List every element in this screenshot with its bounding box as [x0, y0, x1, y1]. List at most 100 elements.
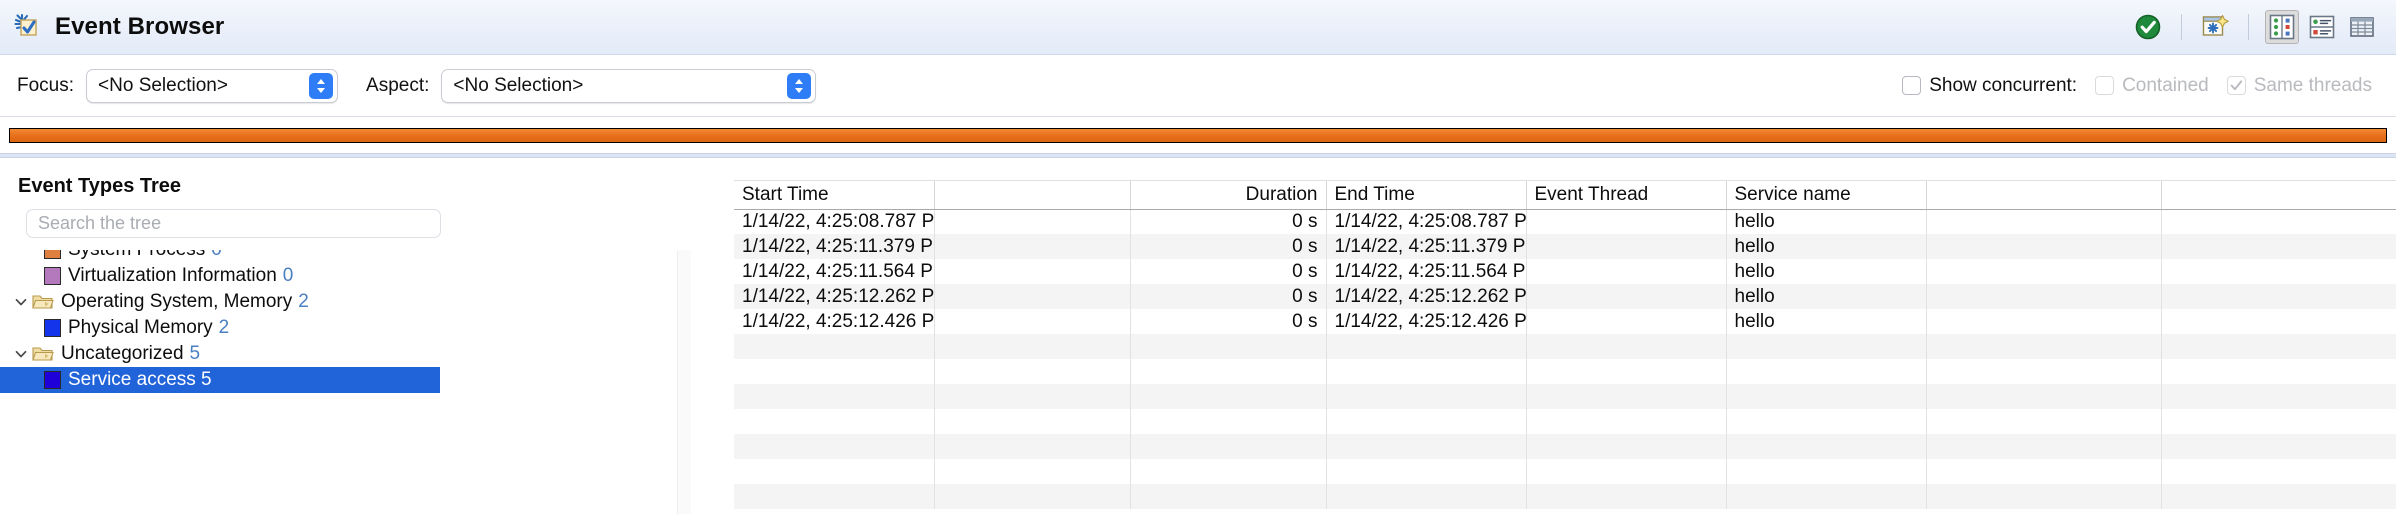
- table-row[interactable]: 1/14/22, 4:25:12.262 PM 0 s 1/14/22, 4:25:…: [734, 284, 2396, 309]
- cell-duration: 0 s: [1130, 309, 1327, 334]
- events-table: Start Time Duration End Time Event Thread Se…: [734, 181, 2396, 509]
- cell-empty: [1326, 334, 1527, 359]
- checkmark-icon: [2230, 80, 2242, 91]
- focus-select[interactable]: <No Selection>: [86, 68, 339, 103]
- contained-label: Contained: [2122, 74, 2209, 96]
- chevron-down-icon[interactable]: [10, 294, 32, 310]
- tree-search-placeholder: Search the tree: [38, 213, 162, 233]
- cell-empty: [2161, 384, 2396, 409]
- cell-empty: [1526, 334, 1727, 359]
- table-layout-icon[interactable]: [2345, 10, 2379, 44]
- contained-checkbox[interactable]: Contained: [2095, 75, 2209, 97]
- column-header-service_name[interactable]: Service name: [1726, 181, 1927, 210]
- show-concurrent-checkbox[interactable]: Show concurrent:: [1902, 75, 2077, 97]
- cell-spacer1: [934, 309, 1131, 334]
- validation-ok-icon[interactable]: [2131, 10, 2165, 44]
- tree-item[interactable]: Uncategorized 5: [0, 341, 440, 367]
- cell-empty: [734, 484, 935, 509]
- same-threads-checkbox[interactable]: Same threads: [2226, 74, 2372, 97]
- tree-scrollbar[interactable]: [677, 250, 691, 514]
- column-header-spacer2[interactable]: [1926, 181, 2162, 210]
- chevron-updown-icon: [787, 72, 812, 99]
- tree-search-field[interactable]: Search the tree: [26, 209, 441, 238]
- table-row[interactable]: 1/14/22, 4:25:11.564 PM 0 s 1/14/22, 4:25:…: [734, 259, 2396, 284]
- show-concurrent-label: Show concurrent:: [1929, 74, 2078, 96]
- cell-empty: [1130, 384, 1327, 409]
- cell-start_time: 1/14/22, 4:25:12.262 PM: [734, 284, 935, 309]
- chevron-updown-icon: [309, 72, 334, 99]
- cell-empty: [734, 434, 935, 459]
- cell-spacer3: [2161, 209, 2396, 234]
- contained-box[interactable]: [2095, 76, 2115, 95]
- table-row-empty[interactable]: [734, 384, 2396, 409]
- cell-empty: [1726, 459, 1927, 484]
- column-header-start_time[interactable]: Start Time: [734, 181, 935, 210]
- cell-empty: [934, 409, 1131, 434]
- table-row[interactable]: 1/14/22, 4:25:11.379 PM 0 s 1/14/22, 4:25:…: [734, 234, 2396, 259]
- column-header-spacer3[interactable]: [2161, 181, 2396, 210]
- cell-empty: [734, 334, 935, 359]
- tree-item-label: Service access 5: [68, 369, 212, 390]
- filter-bar: Focus: <No Selection> Aspect: <No Select…: [0, 55, 2396, 117]
- cell-spacer2: [1926, 309, 2162, 334]
- cell-empty: [1326, 359, 1527, 384]
- tree-item[interactable]: Virtualization Information 0: [0, 263, 440, 289]
- tree-item[interactable]: System Process 0: [0, 250, 440, 263]
- focus-select-value: <No Selection>: [98, 74, 228, 96]
- column-header-spacer1[interactable]: [934, 181, 1131, 210]
- event-types-tree-panel: Event Types Tree Search the tree System …: [0, 162, 700, 514]
- cell-spacer3: [2161, 284, 2396, 309]
- tree-item[interactable]: Physical Memory 2: [0, 315, 440, 341]
- cell-empty: [1726, 434, 1927, 459]
- table-row-empty[interactable]: [734, 359, 2396, 384]
- cell-empty: [1526, 359, 1727, 384]
- column-header-duration[interactable]: Duration: [1130, 181, 1327, 210]
- table-row-empty[interactable]: [734, 409, 2396, 434]
- cell-service_name: hello: [1726, 309, 1927, 334]
- cell-duration: 0 s: [1130, 234, 1327, 259]
- table-row[interactable]: 1/14/22, 4:25:08.787 PM 0 s 1/14/22, 4:25:…: [734, 209, 2396, 234]
- snapshot-icon[interactable]: [2198, 10, 2232, 44]
- aspect-select-value: <No Selection>: [453, 74, 584, 96]
- cell-spacer2: [1926, 234, 2162, 259]
- tree-item[interactable]: Operating System, Memory 2: [0, 289, 440, 315]
- cell-empty: [1130, 334, 1327, 359]
- cell-empty: [1526, 434, 1727, 459]
- tree-item[interactable]: Service access 5: [0, 367, 440, 393]
- cell-start_time: 1/14/22, 4:25:12.426 PM: [734, 309, 935, 334]
- cell-empty: [934, 459, 1131, 484]
- cell-empty: [2161, 484, 2396, 509]
- column-header-event_thread[interactable]: Event Thread: [1526, 181, 1727, 210]
- table-row[interactable]: 1/14/22, 4:25:12.426 PM 0 s 1/14/22, 4:25:…: [734, 309, 2396, 334]
- cell-empty: [1526, 459, 1727, 484]
- list-layout-icon[interactable]: [2305, 10, 2339, 44]
- cell-empty: [1526, 384, 1727, 409]
- table-row-empty[interactable]: [734, 334, 2396, 359]
- table-row-empty[interactable]: [734, 484, 2396, 509]
- event-type-color-swatch: [44, 319, 61, 337]
- same-threads-box[interactable]: [2226, 76, 2246, 95]
- cell-event_thread: [1526, 259, 1727, 284]
- column-header-end_time[interactable]: End Time: [1326, 181, 1527, 210]
- timeline-range-bar[interactable]: [9, 128, 2387, 143]
- focus-label: Focus:: [17, 74, 75, 96]
- chevron-down-icon[interactable]: [10, 346, 32, 362]
- cell-service_name: hello: [1726, 284, 1927, 309]
- grid-layout-icon[interactable]: [2265, 10, 2299, 44]
- event-types-tree[interactable]: System Process0Virtualization Informatio…: [0, 250, 700, 514]
- table-row-empty[interactable]: [734, 459, 2396, 484]
- table-row-empty[interactable]: [734, 434, 2396, 459]
- cell-event_thread: [1526, 309, 1727, 334]
- aspect-select[interactable]: <No Selection>: [441, 68, 817, 103]
- cell-empty: [734, 409, 935, 434]
- cell-empty: [1926, 459, 2162, 484]
- cell-empty: [1926, 484, 2162, 509]
- event-type-color-swatch: [44, 250, 61, 259]
- same-threads-label: Same threads: [2253, 74, 2372, 96]
- show-concurrent-box[interactable]: [1902, 76, 1922, 95]
- cell-empty: [734, 359, 935, 384]
- tree-item-count: 0: [282, 265, 294, 286]
- cell-empty: [734, 384, 935, 409]
- cell-spacer2: [1926, 259, 2162, 284]
- cell-spacer1: [934, 209, 1131, 234]
